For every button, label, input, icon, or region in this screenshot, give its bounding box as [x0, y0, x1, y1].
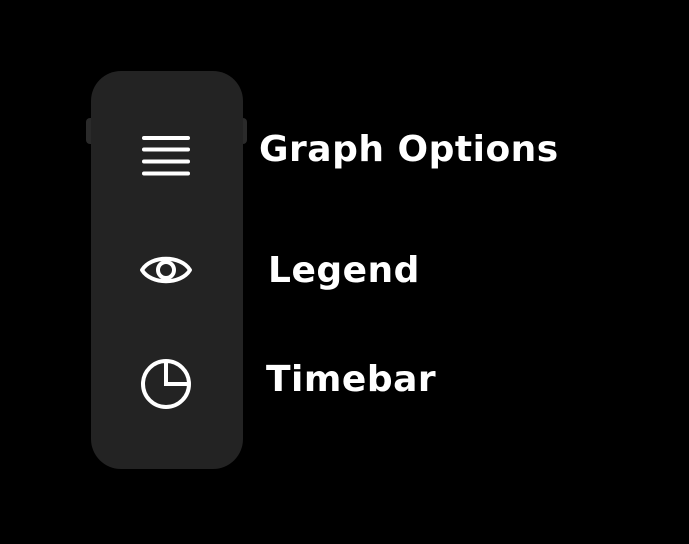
pie-chart-icon	[141, 359, 191, 409]
timebar-label[interactable]: Timebar	[266, 362, 436, 398]
legend-label[interactable]: Legend	[268, 253, 420, 289]
legend-button[interactable]	[134, 238, 198, 302]
timebar-button[interactable]	[134, 352, 198, 416]
eye-icon	[140, 256, 192, 284]
hamburger-menu-icon	[142, 136, 190, 176]
graph-options-label[interactable]: Graph Options	[259, 132, 559, 168]
stage: Graph Options Legend Timebar	[0, 0, 689, 544]
graph-options-button[interactable]	[134, 124, 198, 188]
